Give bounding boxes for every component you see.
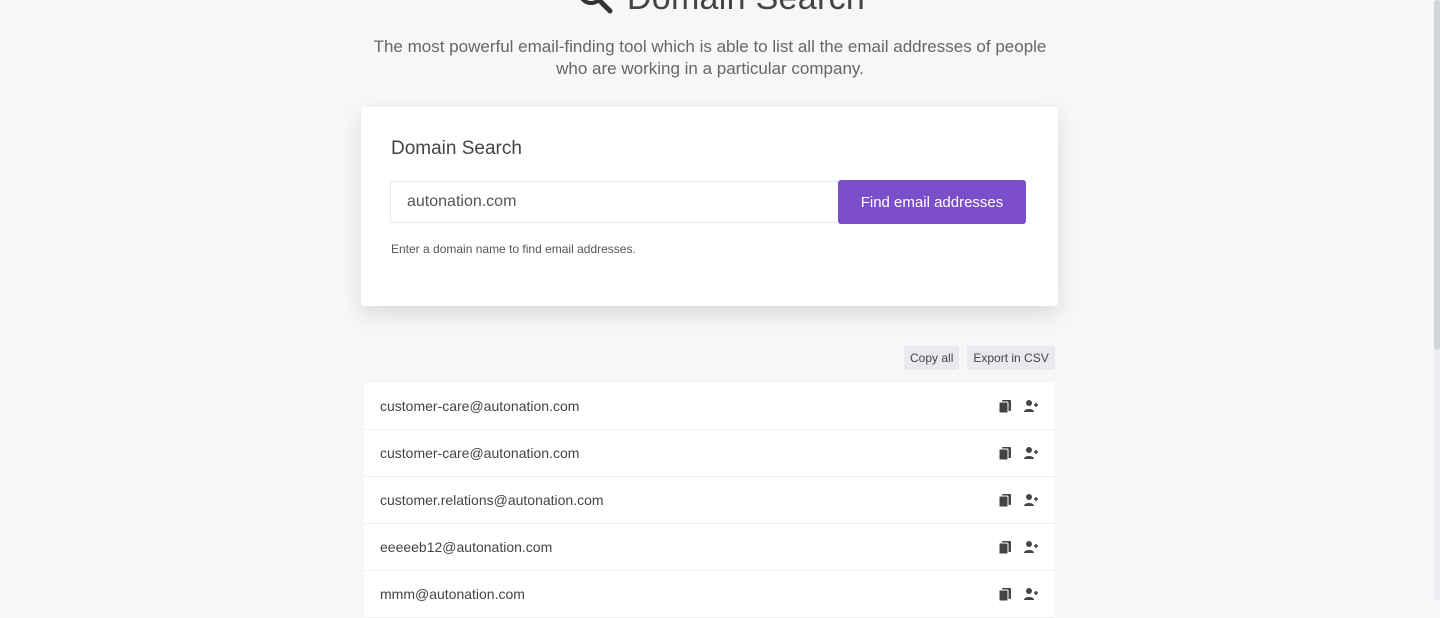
email-address: eeeeeb12@autonation.com [380,539,553,555]
copy-icon[interactable] [997,445,1013,461]
domain-search-card: Domain Search Find email addresses Enter… [361,107,1058,306]
email-address: customer.relations@autonation.com [380,492,604,508]
list-item: customer-care@autonation.com [364,430,1055,477]
results-actions: Copy all Export in CSV [904,346,1055,370]
email-address: customer-care@autonation.com [380,445,580,461]
copy-icon[interactable] [997,398,1013,414]
copy-icon[interactable] [997,539,1013,555]
list-item: customer-care@autonation.com [364,383,1055,430]
email-address: customer-care@autonation.com [380,398,580,414]
page-subtitle: The most powerful email-finding tool whi… [373,37,1047,78]
list-item: customer.relations@autonation.com [364,477,1055,524]
find-email-addresses-button[interactable]: Find email addresses [838,180,1026,224]
search-icon [575,0,615,21]
copy-all-button[interactable]: Copy all [904,346,960,370]
copy-icon[interactable] [997,492,1013,508]
list-item: eeeeeb12@autonation.com [364,524,1055,571]
export-csv-button[interactable]: Export in CSV [967,346,1055,370]
page-header: Domain Search [0,0,1440,18]
card-title: Domain Search [391,138,522,159]
scrollbar-track[interactable] [1434,0,1440,600]
domain-input[interactable] [390,181,838,223]
helper-text: Enter a domain name to find email addres… [391,242,636,256]
results-list: customer-care@autonation.com customer-ca… [364,383,1055,618]
list-item: mmm@autonation.com [364,571,1055,618]
add-contact-icon[interactable] [1023,445,1039,461]
add-contact-icon[interactable] [1023,539,1039,555]
scrollbar-thumb[interactable] [1434,0,1440,350]
page-title: Domain Search [627,0,865,18]
add-contact-icon[interactable] [1023,492,1039,508]
add-contact-icon[interactable] [1023,398,1039,414]
